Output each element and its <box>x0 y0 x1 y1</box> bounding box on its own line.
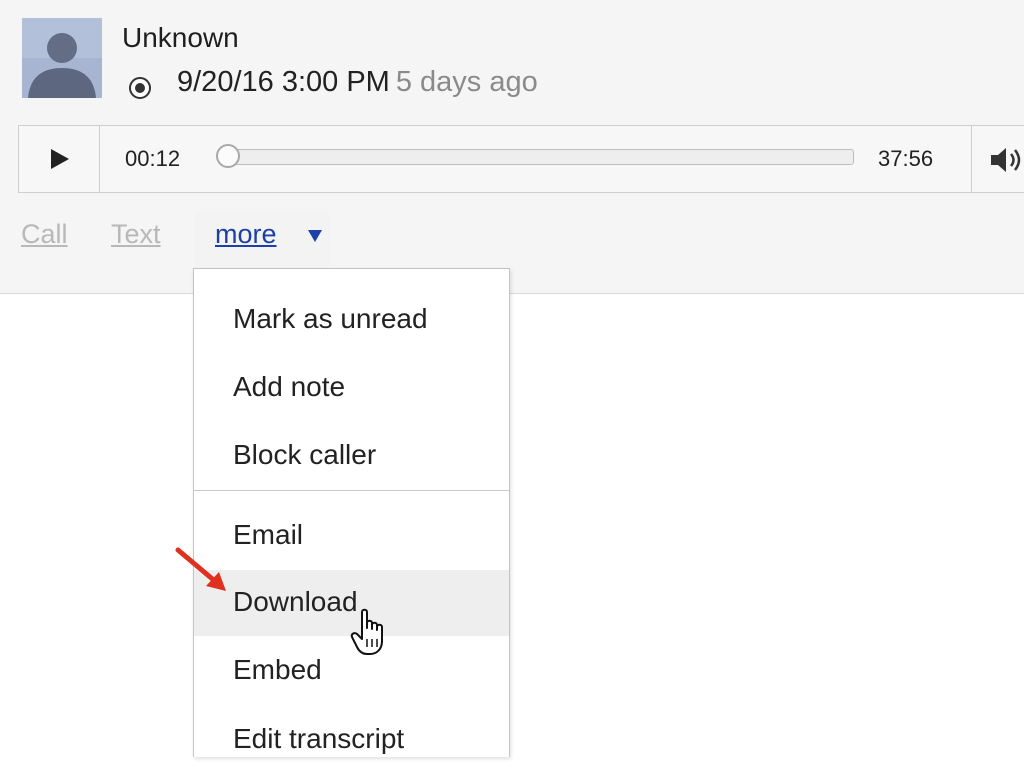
play-icon <box>51 149 69 169</box>
total-time: 37:56 <box>878 146 934 171</box>
hand-pointer-icon <box>350 608 383 655</box>
play-button[interactable] <box>19 126 100 192</box>
menu-item-label: Email <box>233 519 304 550</box>
call-date-time: 9/20/16 3:00 PM <box>177 66 390 98</box>
call-timestamp: 9/20/16 3:00 PM 5 days ago <box>177 66 538 99</box>
menu-item-label: Mark as unread <box>233 303 428 334</box>
more-menu-toggle[interactable]: more <box>195 211 329 269</box>
menu-item-label: Edit transcript <box>233 723 405 754</box>
contact-name: Unknown <box>122 22 239 53</box>
menu-item-email[interactable]: Email <box>194 503 509 569</box>
volume-icon[interactable] <box>989 146 1023 174</box>
menu-item-label: Block caller <box>233 439 377 470</box>
menu-item-block-caller[interactable]: Block caller <box>194 423 509 489</box>
text-link[interactable]: Text <box>111 219 161 250</box>
call-age: 5 days ago <box>395 66 538 98</box>
message-header: Unknown 9/20/16 3:00 PM 5 days ago 00:12 … <box>0 0 1024 294</box>
menu-item-edit-transcript[interactable]: Edit transcript <box>194 707 509 773</box>
menu-item-label: Add note <box>233 371 346 402</box>
radio-selected-icon <box>128 76 152 100</box>
more-dropdown-menu: Mark as unread Add note Block caller Ema… <box>193 268 510 757</box>
menu-item-add-note[interactable]: Add note <box>194 355 509 421</box>
person-silhouette-icon <box>22 18 102 98</box>
more-link[interactable]: more <box>215 219 277 250</box>
call-link[interactable]: Call <box>21 219 68 250</box>
menu-item-mark-as-unread[interactable]: Mark as unread <box>194 287 509 353</box>
current-time: 00:12 <box>125 146 181 171</box>
audio-player: 00:12 37:56 <box>18 125 1024 193</box>
divider <box>971 126 972 192</box>
menu-item-label: Embed <box>233 654 322 685</box>
caret-down-icon <box>308 230 322 242</box>
progress-bar[interactable] <box>216 144 854 168</box>
menu-separator <box>194 490 509 491</box>
progress-thumb[interactable] <box>216 144 241 168</box>
menu-item-label: Download <box>233 586 358 617</box>
red-arrow-icon <box>175 547 226 591</box>
